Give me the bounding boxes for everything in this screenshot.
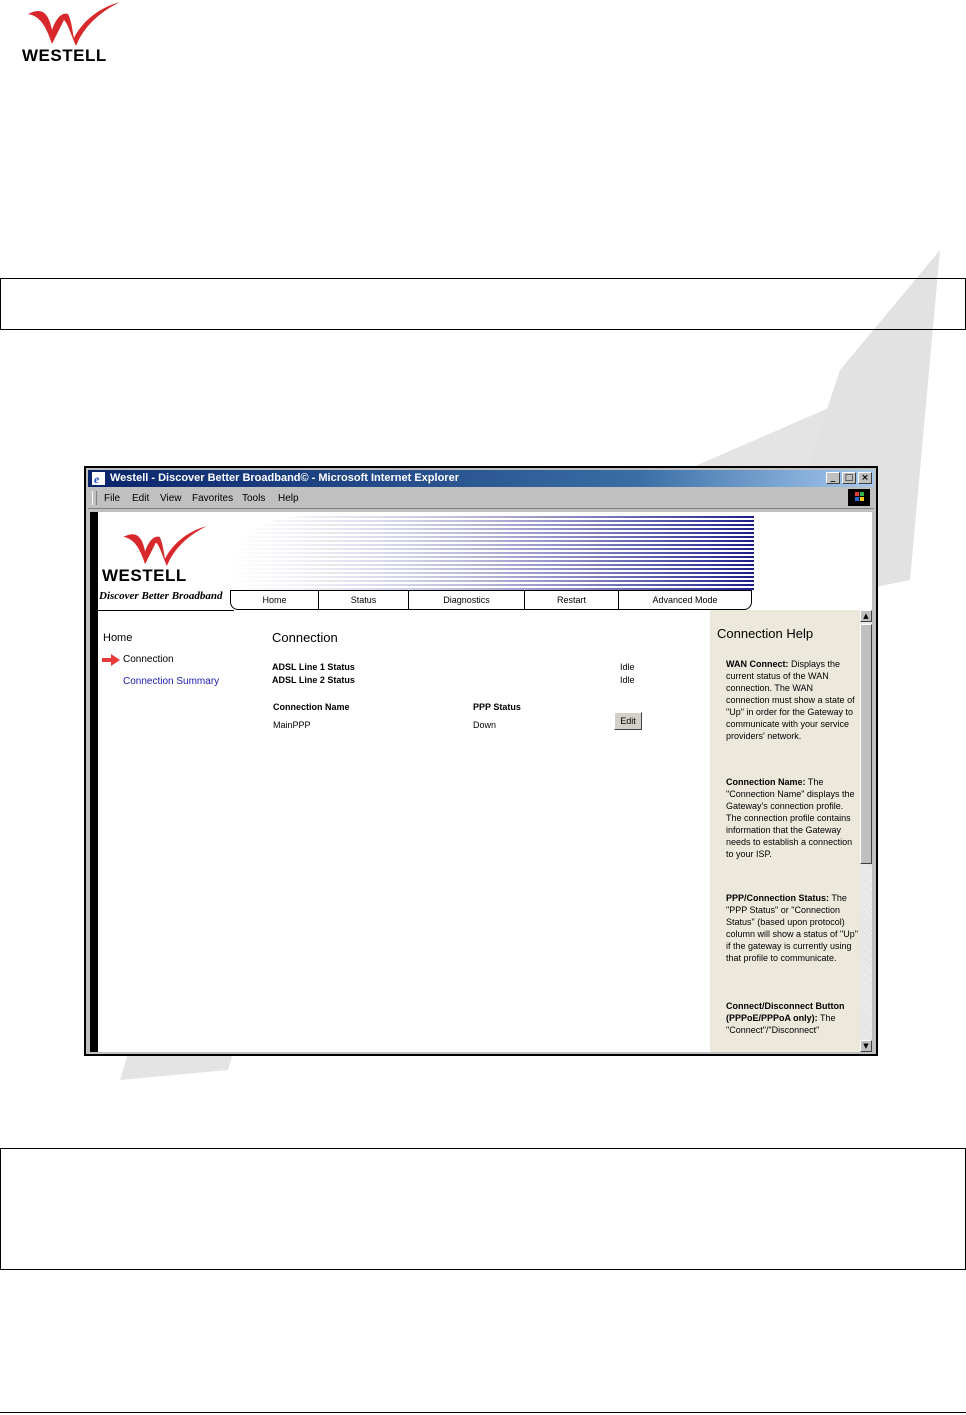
help-connection-name: Connection Name: The "Connection Name" d… (726, 777, 855, 859)
ppp-status-value: Down (473, 720, 497, 730)
site-tagline: Discover Better Broadband (99, 590, 223, 602)
westell-logo: WESTELL (20, 0, 130, 66)
svg-text:e: e (94, 472, 100, 485)
edit-button[interactable]: Edit (614, 712, 642, 730)
scroll-down-icon[interactable]: ▼ (860, 1040, 872, 1052)
browser-window: e Westell - Discover Better Broadband© -… (84, 466, 878, 1056)
page-viewport: WESTELL Discover Better Broadband Home S… (90, 512, 872, 1052)
document-box-top (0, 278, 966, 330)
column-ppp-status: PPP Status (473, 702, 521, 712)
main-nav: Home Status Diagnostics Restart Advanced… (230, 590, 752, 610)
windows-logo-icon (848, 489, 870, 506)
toolbar-grip[interactable] (92, 491, 97, 505)
westell-swoosh-icon (123, 526, 207, 566)
site-logo[interactable]: WESTELL Discover Better Broadband (98, 520, 234, 611)
brand-wordmark: WESTELL (22, 46, 107, 65)
site-wordmark: WESTELL (102, 566, 187, 585)
help-scrollbar[interactable]: ▲ ▼ (860, 610, 872, 1052)
window-title: Westell - Discover Better Broadband© - M… (110, 472, 459, 484)
close-button[interactable]: × (858, 472, 872, 484)
menu-bar: File Edit View Favorites Tools Help (88, 488, 874, 509)
connection-name-value: MainPPP (273, 720, 311, 730)
adsl-line-2-value: Idle (620, 675, 635, 685)
menu-help[interactable]: Help (278, 493, 299, 504)
help-wan-connect: WAN Connect: Displays the current status… (726, 659, 855, 741)
column-connection-name: Connection Name (273, 702, 350, 712)
menu-tools[interactable]: Tools (242, 493, 265, 504)
title-bar[interactable]: e Westell - Discover Better Broadband© -… (88, 470, 874, 487)
adsl-line-1-label: ADSL Line 1 Status (272, 662, 355, 672)
sidebar-title: Home (103, 632, 133, 644)
menu-view[interactable]: View (160, 493, 182, 504)
help-title: Connection Help (717, 626, 814, 641)
arrow-right-icon (102, 654, 120, 666)
nav-restart[interactable]: Restart (525, 591, 619, 609)
menu-file[interactable]: File (104, 493, 120, 504)
minimize-button[interactable]: _ (826, 472, 840, 484)
menu-favorites[interactable]: Favorites (192, 493, 233, 504)
scroll-up-icon[interactable]: ▲ (860, 610, 872, 622)
sidebar-item-connection[interactable]: Connection (123, 654, 174, 665)
adsl-line-2-label: ADSL Line 2 Status (272, 675, 355, 685)
adsl-line-1-value: Idle (620, 662, 635, 672)
help-connect-disconnect: Connect/Disconnect Button (PPPoE/PPPoA o… (726, 1001, 845, 1035)
document-box-bottom (0, 1148, 966, 1270)
header-stripe-graphic (230, 512, 754, 592)
help-ppp-status: PPP/Connection Status: The "PPP Status" … (726, 893, 858, 963)
ie-icon: e (92, 472, 105, 485)
sidebar-item-connection-summary[interactable]: Connection Summary (123, 676, 219, 687)
maximize-button[interactable]: □ (842, 472, 856, 484)
help-panel: Connection Help WAN Connect: Displays th… (710, 610, 860, 1052)
nav-diagnostics[interactable]: Diagnostics (409, 591, 525, 609)
westell-swoosh-icon (28, 2, 120, 46)
page-title: Connection (272, 630, 338, 645)
nav-status[interactable]: Status (319, 591, 409, 609)
left-frame-bar (90, 512, 98, 1052)
footer-rule (0, 1412, 966, 1413)
menu-edit[interactable]: Edit (132, 493, 149, 504)
nav-advanced-mode[interactable]: Advanced Mode (619, 591, 751, 609)
scroll-thumb[interactable] (860, 624, 872, 864)
nav-home[interactable]: Home (231, 591, 319, 609)
